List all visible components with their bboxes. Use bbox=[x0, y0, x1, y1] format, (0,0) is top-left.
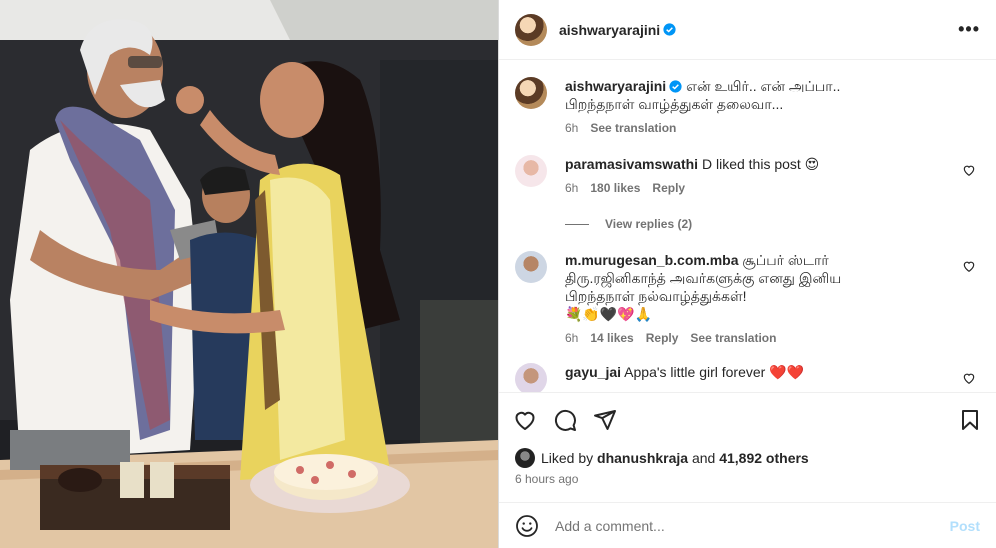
verified-icon bbox=[663, 23, 676, 36]
add-comment-bar: Post bbox=[499, 502, 996, 548]
commenter-avatar[interactable] bbox=[515, 155, 547, 187]
post-detail-panel: aishwaryarajini ••• aishwaryarajini என் … bbox=[498, 0, 996, 548]
likes-prefix: Liked by bbox=[541, 450, 594, 466]
reply-button[interactable]: Reply bbox=[652, 181, 685, 195]
caption-text: aishwaryarajini என் உயிர்.. என் அப்பா.. … bbox=[565, 77, 950, 113]
liker-avatar[interactable] bbox=[515, 448, 535, 468]
comment-likes[interactable]: 14 likes bbox=[590, 331, 633, 345]
commenter-avatar[interactable] bbox=[515, 251, 547, 283]
comment-time[interactable]: 6h bbox=[565, 181, 578, 195]
caption-avatar[interactable] bbox=[515, 77, 547, 109]
comment-row: gayu_jai Appa's little girl forever ❤️❤️ bbox=[515, 363, 980, 392]
bookmark-icon[interactable] bbox=[958, 408, 982, 432]
reply-button[interactable]: Reply bbox=[646, 331, 679, 345]
likes-others[interactable]: 41,892 others bbox=[719, 450, 809, 466]
comment-username[interactable]: gayu_jai bbox=[565, 364, 621, 380]
action-group bbox=[513, 408, 617, 432]
caption-time[interactable]: 6h bbox=[565, 121, 578, 135]
see-translation-button[interactable]: See translation bbox=[590, 121, 676, 135]
author-username[interactable]: aishwaryarajini bbox=[559, 22, 660, 38]
post-image[interactable] bbox=[0, 0, 498, 548]
comment-meta: 6h 14 likes Reply See translation bbox=[565, 331, 950, 345]
view-replies-line bbox=[565, 223, 589, 225]
comment-content: D liked this post 😍 bbox=[701, 156, 820, 172]
comment-body: paramasivamswathi D liked this post 😍 6h… bbox=[565, 155, 980, 195]
post-photo-illustration bbox=[0, 0, 498, 548]
comment-heart-icon[interactable] bbox=[962, 163, 976, 177]
see-translation-button[interactable]: See translation bbox=[690, 331, 776, 345]
comment-row: paramasivamswathi D liked this post 😍 6h… bbox=[515, 155, 980, 195]
share-icon[interactable] bbox=[593, 408, 617, 432]
add-comment-input[interactable] bbox=[555, 517, 950, 534]
comment-body: gayu_jai Appa's little girl forever ❤️❤️ bbox=[565, 363, 980, 392]
caption-body: aishwaryarajini என் உயிர்.. என் அப்பா.. … bbox=[565, 77, 980, 135]
comment-row: m.murugesan_b.com.mba சூப்பர் ஸ்டார் திர… bbox=[515, 251, 980, 345]
comment-icon[interactable] bbox=[553, 408, 577, 432]
liker-username[interactable]: dhanushkraja bbox=[597, 450, 688, 466]
comment-heart-icon[interactable] bbox=[962, 259, 976, 273]
comment-text: m.murugesan_b.com.mba சூப்பர் ஸ்டார் திர… bbox=[565, 251, 950, 323]
verified-icon bbox=[669, 80, 682, 93]
comment-username[interactable]: paramasivamswathi bbox=[565, 156, 698, 172]
caption-line-2: பிறந்தநாள் வாழ்த்துகள் தலைவா... bbox=[565, 96, 784, 112]
comment-content: Appa's little girl forever ❤️❤️ bbox=[624, 364, 805, 380]
heart-icon[interactable] bbox=[513, 408, 537, 432]
caption-meta: 6h See translation bbox=[565, 121, 950, 135]
likes-and: and bbox=[691, 450, 716, 466]
comment-likes[interactable]: 180 likes bbox=[590, 181, 640, 195]
comment-line-2: திரு.ரஜினிகாந்த் அவர்களுக்கு எனது இனிய bbox=[565, 270, 842, 286]
caption-row: aishwaryarajini என் உயிர்.. என் அப்பா.. … bbox=[515, 77, 980, 135]
author-avatar[interactable] bbox=[515, 13, 547, 46]
caption-line-1: என் உயிர்.. என் அப்பா.. bbox=[686, 78, 841, 94]
comment-meta: 6h 180 likes Reply bbox=[565, 181, 950, 195]
post-actions bbox=[499, 392, 996, 446]
comment-heart-icon[interactable] bbox=[962, 371, 976, 385]
commenter-avatar[interactable] bbox=[515, 363, 547, 392]
comment-username[interactable]: m.murugesan_b.com.mba bbox=[565, 252, 739, 268]
post-time[interactable]: 6 hours ago bbox=[515, 472, 578, 486]
caption-username[interactable]: aishwaryarajini bbox=[565, 78, 666, 94]
view-replies-button[interactable]: View replies (2) bbox=[565, 217, 980, 231]
comment-line-3: பிறந்தநாள் நல்வாழ்த்துக்கள்! bbox=[565, 288, 747, 304]
comment-text: gayu_jai Appa's little girl forever ❤️❤️ bbox=[565, 363, 950, 381]
post-comment-button[interactable]: Post bbox=[950, 518, 980, 534]
comment-text: paramasivamswathi D liked this post 😍 bbox=[565, 155, 950, 173]
likes-summary: Liked by dhanushkraja and 41,892 others bbox=[515, 448, 980, 468]
comment-emoji: 💐👏🖤💖🙏 bbox=[565, 306, 653, 322]
post-header: aishwaryarajini ••• bbox=[499, 0, 996, 60]
emoji-icon[interactable] bbox=[515, 514, 539, 538]
comment-body: m.murugesan_b.com.mba சூப்பர் ஸ்டார் திர… bbox=[565, 251, 980, 345]
comment-line-1: சூப்பர் ஸ்டார் bbox=[742, 252, 829, 268]
more-icon[interactable]: ••• bbox=[958, 19, 980, 40]
comment-time[interactable]: 6h bbox=[565, 331, 578, 345]
comments-list[interactable]: aishwaryarajini என் உயிர்.. என் அப்பா.. … bbox=[499, 61, 996, 392]
view-replies-label: View replies (2) bbox=[605, 217, 693, 231]
